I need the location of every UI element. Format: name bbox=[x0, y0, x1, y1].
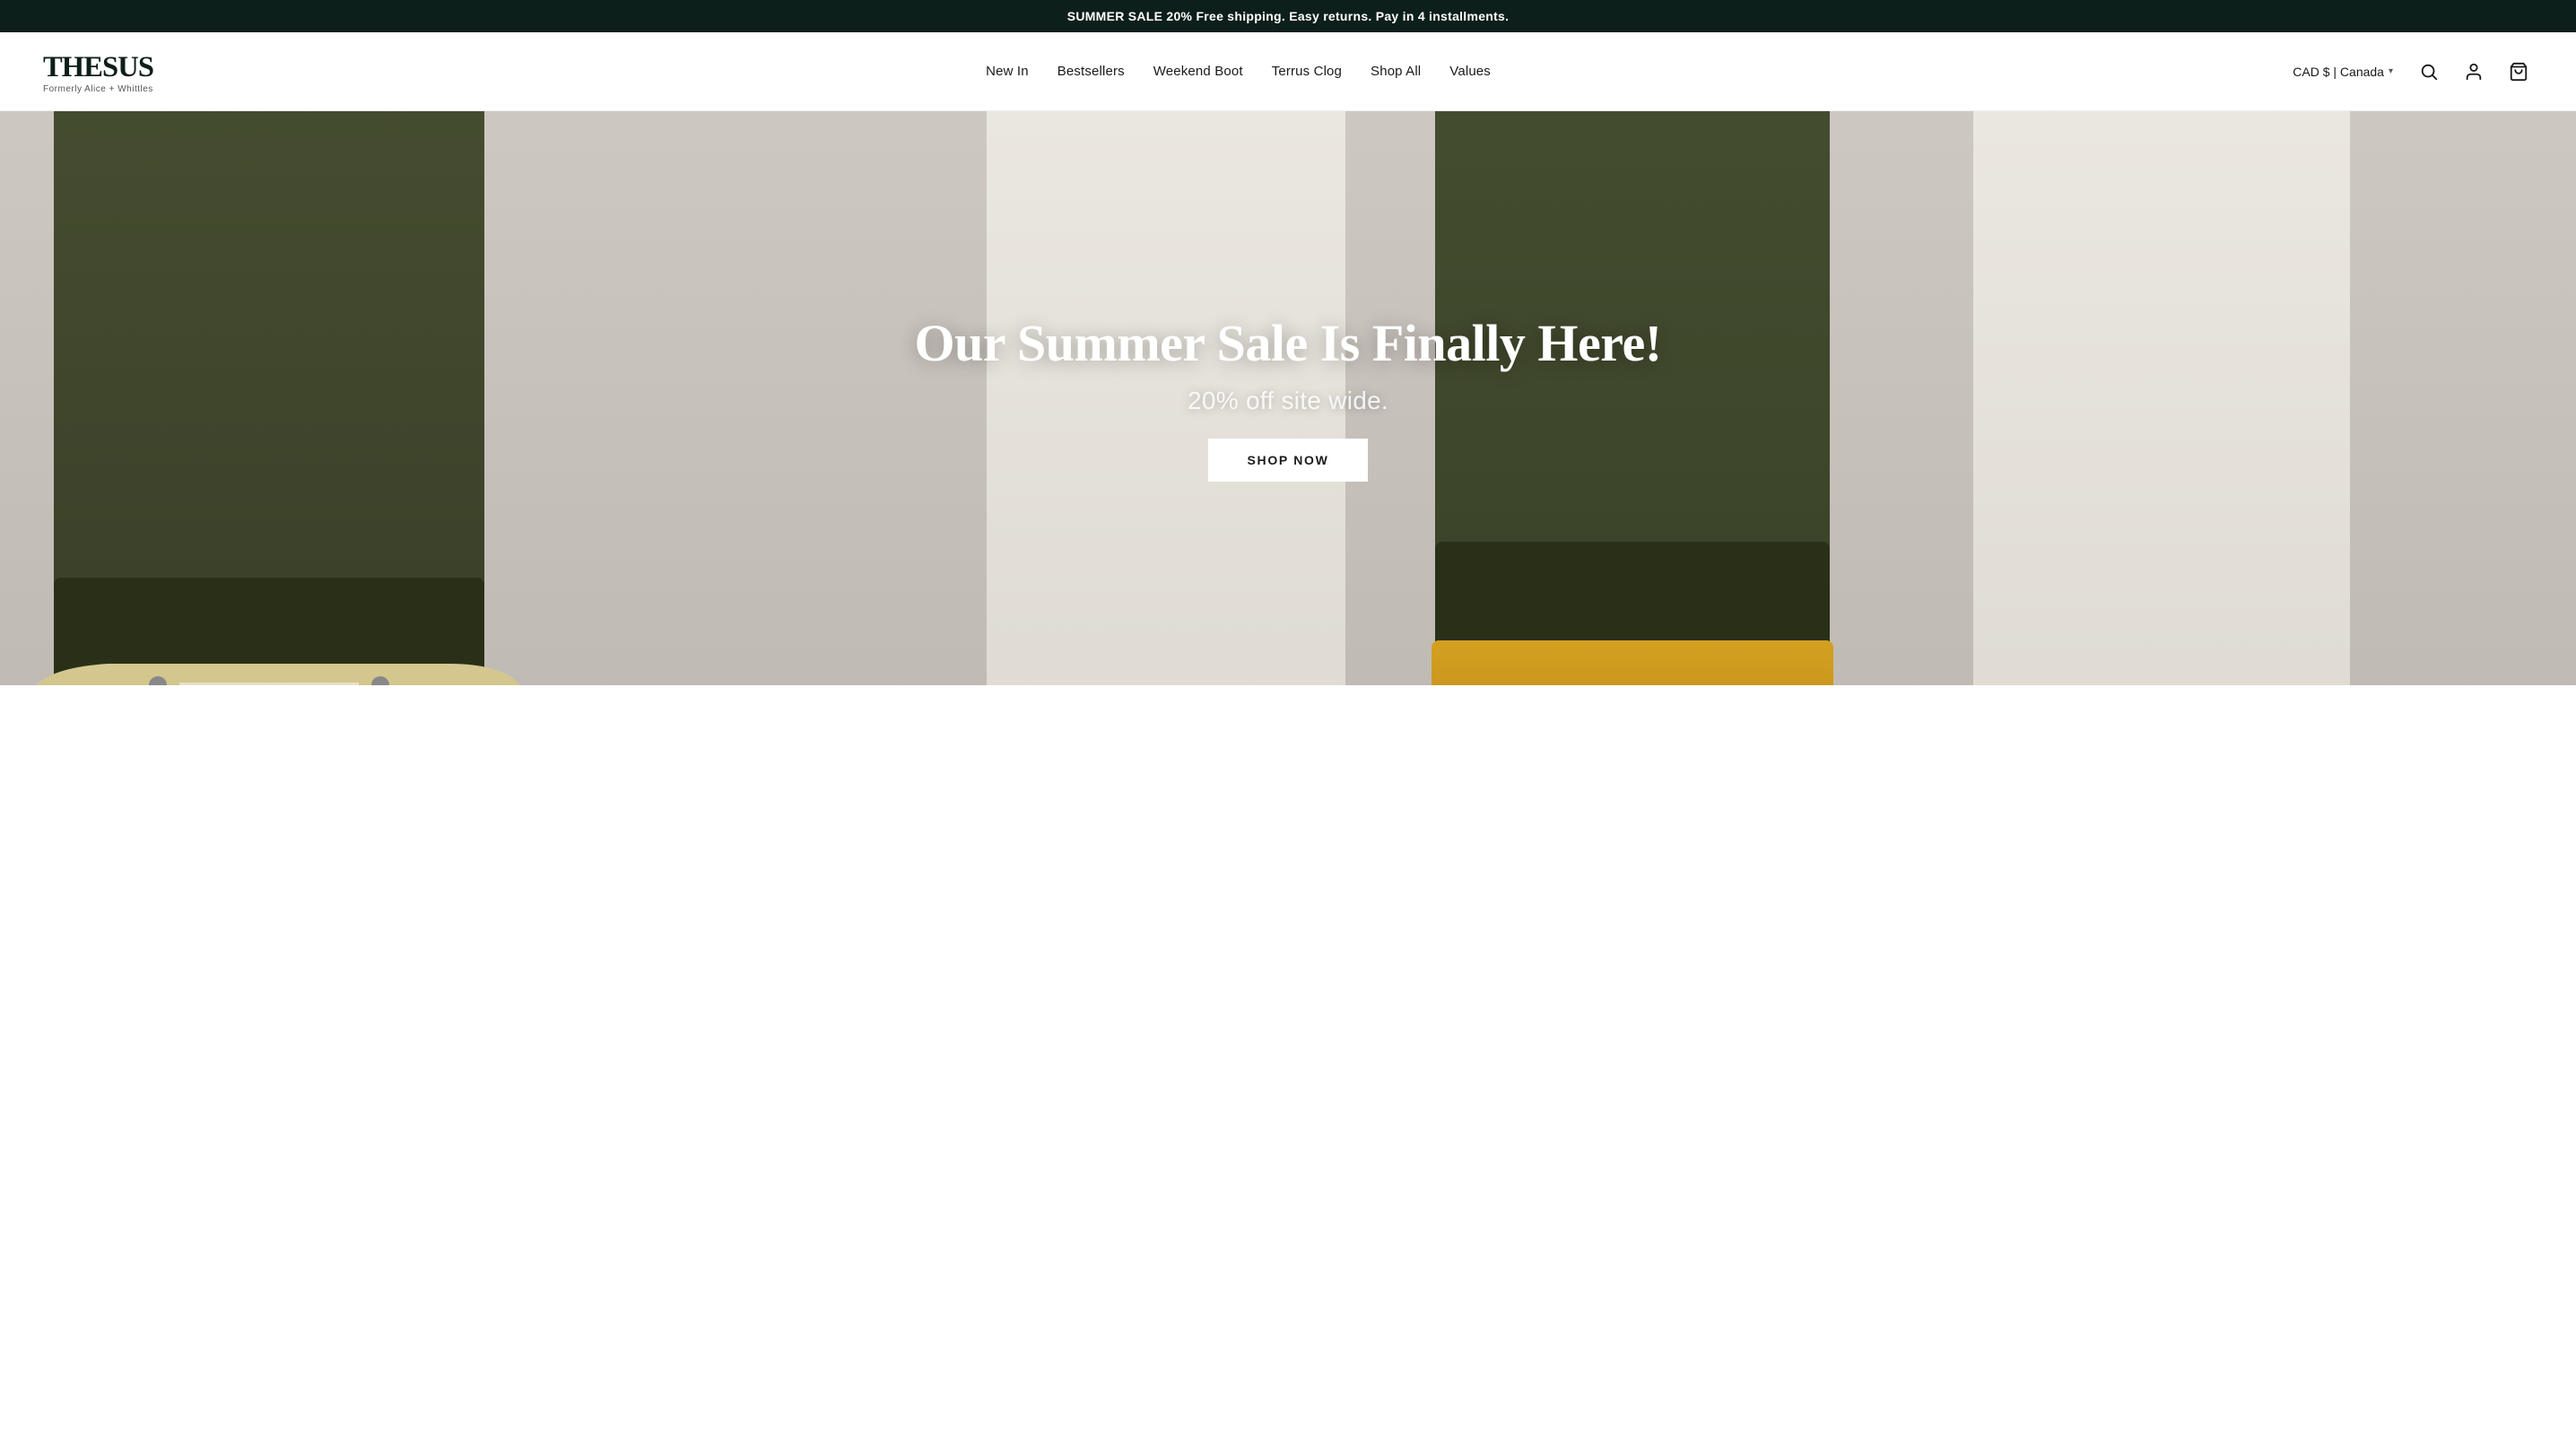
logo-subtitle: Formerly Alice + Whittles bbox=[43, 84, 189, 94]
logo[interactable]: THESUS Formerly Alice + Whittles bbox=[43, 48, 189, 94]
cart-button[interactable] bbox=[2504, 57, 2533, 86]
currency-label: CAD $ | Canada bbox=[2293, 65, 2384, 79]
shop-now-button[interactable]: SHOP NOW bbox=[1208, 439, 1369, 482]
announcement-text: SUMMER SALE 20% Free shipping. Easy retu… bbox=[1067, 9, 1510, 23]
chevron-down-icon: ▾ bbox=[2389, 66, 2393, 76]
account-button[interactable] bbox=[2459, 57, 2488, 86]
nav-values[interactable]: Values bbox=[1449, 64, 1491, 79]
nav-terrus-clog[interactable]: Terrus Clog bbox=[1272, 64, 1342, 79]
currency-selector[interactable]: CAD $ | Canada ▾ bbox=[2287, 61, 2398, 83]
nav-shop-all[interactable]: Shop All bbox=[1371, 64, 1421, 79]
announcement-bar: SUMMER SALE 20% Free shipping. Easy retu… bbox=[0, 0, 2576, 32]
svg-text:THESUS: THESUS bbox=[43, 51, 153, 83]
search-icon bbox=[2419, 62, 2439, 82]
header-actions: CAD $ | Canada ▾ bbox=[2287, 57, 2533, 86]
nav-weekend-boot[interactable]: Weekend Boot bbox=[1153, 64, 1243, 79]
hero-section: Our Summer Sale Is Finally Here! 20% off… bbox=[0, 111, 2576, 685]
hero-content: Our Summer Sale Is Finally Here! 20% off… bbox=[0, 111, 2576, 685]
logo-svg: THESUS bbox=[43, 48, 189, 83]
search-button[interactable] bbox=[2415, 57, 2443, 86]
user-icon bbox=[2464, 62, 2484, 82]
nav-new-in[interactable]: New In bbox=[986, 64, 1029, 79]
hero-title: Our Summer Sale Is Finally Here! bbox=[914, 315, 1661, 372]
site-header: THESUS Formerly Alice + Whittles New In … bbox=[0, 32, 2576, 111]
nav-bestsellers[interactable]: Bestsellers bbox=[1057, 64, 1125, 79]
main-navigation: New In Bestsellers Weekend Boot Terrus C… bbox=[986, 64, 1491, 79]
cart-icon bbox=[2509, 62, 2528, 82]
hero-subtitle: 20% off site wide. bbox=[1188, 387, 1388, 415]
